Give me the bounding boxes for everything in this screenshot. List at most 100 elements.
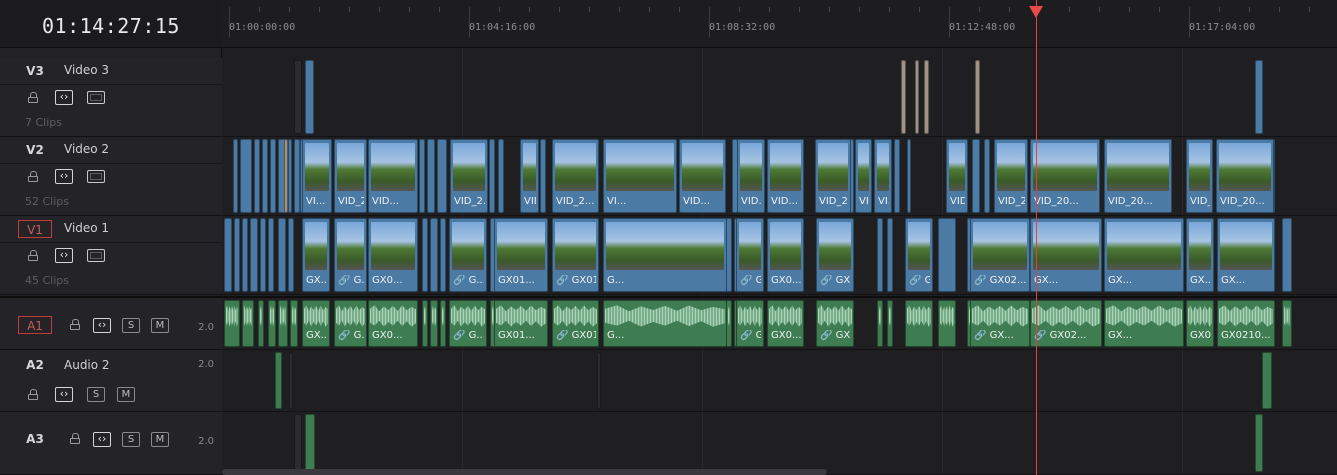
audio-clip[interactable]: 🔗 GX... — [816, 300, 854, 347]
clip-sliver[interactable] — [240, 139, 252, 213]
clip-sliver[interactable] — [284, 139, 288, 213]
timeline-ruler[interactable]: 01:00:00:00 01:04:16:00 01:08:32:00 01:1… — [222, 0, 1337, 48]
video-clip[interactable]: GX0... — [368, 218, 418, 292]
auto-select-icon[interactable] — [93, 318, 111, 333]
video-clip[interactable]: VID... — [737, 139, 765, 213]
video-clip[interactable]: GX... — [1217, 218, 1275, 292]
track-id-v1[interactable]: V1 — [18, 220, 52, 238]
audio-clip-sliver[interactable] — [877, 300, 883, 347]
clip-sliver[interactable] — [440, 218, 446, 292]
video-clip[interactable]: VID_2... — [552, 139, 599, 213]
video-clip[interactable]: 🔗 GX... — [905, 218, 933, 292]
audio-clip[interactable]: G... — [603, 300, 727, 347]
audio-clip[interactable]: 🔗 G... — [736, 300, 764, 347]
solo-button[interactable]: S — [122, 318, 140, 333]
auto-select-icon[interactable] — [93, 432, 111, 447]
audio-clip[interactable]: 🔗 G... — [334, 300, 367, 347]
video-clip[interactable]: VID_20... — [1104, 139, 1172, 213]
clip-sliver[interactable] — [288, 139, 292, 213]
clip-sliver[interactable] — [984, 139, 990, 213]
clip-sliver[interactable] — [907, 139, 911, 213]
lock-icon[interactable] — [28, 389, 39, 400]
clip-sliver[interactable] — [1282, 218, 1292, 292]
video-clip[interactable]: 🔗 G... — [334, 218, 367, 292]
timeline-clip[interactable] — [924, 60, 929, 134]
clip-sliver[interactable] — [437, 139, 447, 213]
video-clip[interactable]: VID_20... — [334, 139, 367, 213]
clip-sliver[interactable] — [234, 218, 240, 292]
audio-clip-sliver[interactable] — [305, 414, 315, 472]
lock-icon[interactable] — [28, 92, 39, 103]
audio-clip-sliver[interactable] — [278, 300, 288, 347]
track-id-a1[interactable]: A1 — [18, 316, 52, 334]
clip-sliver[interactable] — [489, 139, 495, 213]
lock-icon[interactable] — [70, 433, 81, 444]
lane-a1[interactable]: GX... 🔗 G... GX0... 🔗 G... GX01... 🔗 GX011027… — [222, 296, 1337, 350]
track-visibility-icon[interactable] — [87, 249, 105, 262]
audio-clip-sliver[interactable] — [224, 300, 240, 347]
horizontal-scrollbar[interactable] — [222, 469, 827, 475]
video-clip[interactable]: G... — [603, 218, 727, 292]
clip-sliver[interactable] — [278, 218, 286, 292]
audio-clip-sliver[interactable] — [242, 300, 254, 347]
track-header-v2[interactable]: V2 Video 2 52 Clips — [0, 137, 222, 216]
video-clip[interactable]: GX... — [1104, 218, 1184, 292]
video-clip[interactable]: VID_2... — [450, 139, 488, 213]
mute-button[interactable]: M — [151, 318, 169, 333]
video-clip[interactable]: VID_202... — [815, 139, 851, 213]
video-clip[interactable]: VID_20... — [994, 139, 1028, 213]
audio-clip[interactable]: GX... — [302, 300, 330, 347]
audio-clip[interactable]: GX... — [1104, 300, 1184, 347]
lane-v2[interactable]: VI... VID_20... VID... VID_2... VID_20210...… — [222, 137, 1337, 216]
video-clip[interactable]: 🔗 G... — [736, 218, 764, 292]
audio-clip[interactable]: 🔗 GX02... — [1030, 300, 1102, 347]
audio-clip-sliver[interactable] — [422, 300, 428, 347]
track-header-a1[interactable]: A1 S M 2.0 — [0, 296, 222, 350]
audio-clip-sliver[interactable] — [905, 300, 933, 347]
audio-clip-sliver[interactable] — [275, 352, 282, 409]
clip-sliver[interactable] — [430, 218, 438, 292]
timeline-clip[interactable] — [975, 60, 980, 134]
track-visibility-icon[interactable] — [87, 91, 105, 104]
solo-button[interactable]: S — [122, 432, 140, 447]
track-header-v1[interactable]: V1 Video 1 45 Clips — [0, 216, 222, 295]
timeline-tracks-area[interactable]: VI... VID_20... VID... VID_2... VID_20210...… — [222, 48, 1337, 475]
timeline-clip[interactable] — [915, 60, 919, 134]
clip-sliver[interactable] — [288, 218, 294, 292]
video-clip[interactable]: GX0... — [767, 218, 804, 292]
lane-v1[interactable]: GX... 🔗 G... GX0... 🔗 G... GX01... 🔗 GX011027… — [222, 216, 1337, 295]
lane-v3[interactable] — [222, 58, 1337, 137]
mute-button[interactable]: M — [151, 432, 169, 447]
clip-sliver[interactable] — [224, 218, 232, 292]
video-clip[interactable]: VI... — [302, 139, 332, 213]
track-header-a2[interactable]: A2 Audio 2 2.0 S M — [0, 350, 222, 412]
timecode-display[interactable]: 01:14:27:15 — [0, 0, 222, 48]
auto-select-icon[interactable] — [55, 90, 73, 105]
video-clip[interactable]: VID_20210... — [520, 139, 539, 213]
track-header-a3[interactable]: A3 S M 2.0 — [0, 412, 222, 475]
timeline-clip[interactable] — [294, 60, 302, 134]
video-clip[interactable]: VID_20... — [1186, 139, 1213, 213]
clip-sliver[interactable] — [260, 218, 266, 292]
playhead[interactable] — [1029, 0, 1043, 475]
video-clip[interactable]: 🔗 GX... — [816, 218, 854, 292]
lane-a3[interactable] — [222, 412, 1337, 475]
clip-sliver[interactable] — [250, 218, 258, 292]
audio-clip[interactable]: GX0210... — [1186, 300, 1214, 347]
video-clip[interactable]: VID_20210... — [855, 139, 872, 213]
audio-clip-sliver[interactable] — [1282, 300, 1292, 347]
audio-clip[interactable]: GX0210... — [1217, 300, 1275, 347]
video-clip[interactable]: 🔗 GX011027.MP4 — [552, 218, 599, 292]
clip-sliver[interactable] — [268, 218, 274, 292]
audio-clip-sliver[interactable] — [258, 300, 264, 347]
timeline-clip[interactable] — [901, 60, 906, 134]
video-clip[interactable]: VI... — [874, 139, 892, 213]
track-name-v3[interactable]: Video 3 — [64, 63, 109, 77]
video-clip[interactable]: VID... — [767, 139, 804, 213]
video-clip[interactable]: VID... — [679, 139, 726, 213]
clip-sliver[interactable] — [270, 139, 276, 213]
audio-clip-sliver[interactable] — [1255, 414, 1263, 472]
lock-icon[interactable] — [28, 250, 39, 261]
video-clip[interactable]: 🔗 G... — [449, 218, 487, 292]
audio-clip-sliver[interactable] — [597, 352, 601, 409]
